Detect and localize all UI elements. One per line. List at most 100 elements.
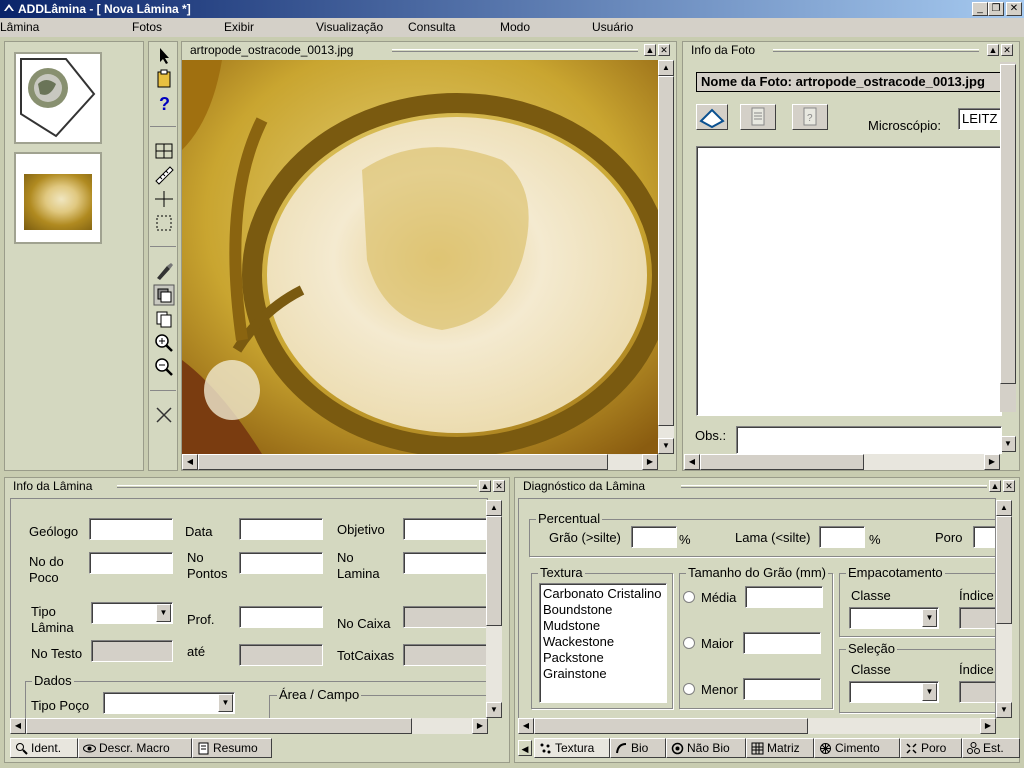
tab-est[interactable]: Est. — [962, 738, 1020, 758]
microscopio-field[interactable]: LEITZ — [958, 108, 1002, 130]
document-button[interactable] — [740, 104, 776, 130]
empacotamento-classe-select[interactable]: ▼ — [849, 607, 939, 629]
grid-tool-icon[interactable] — [153, 140, 175, 162]
menu-exibir[interactable]: Exibir — [224, 20, 254, 34]
diagnostico-vscroll-thumb[interactable] — [996, 516, 1012, 624]
textura-item-wackestone[interactable]: Wackestone — [543, 634, 663, 650]
info-foto-hscrollbar[interactable]: ◀ ▶ — [684, 454, 1000, 470]
obs-field[interactable] — [736, 426, 1002, 454]
maior-radio[interactable] — [683, 637, 695, 649]
no-pontos-field[interactable] — [239, 552, 323, 574]
image-vscroll-thumb[interactable] — [658, 76, 674, 426]
textura-listbox[interactable]: Carbonato Cristalino Boundstone Mudstone… — [539, 583, 667, 703]
diagnostico-vscrollbar[interactable]: ▲ ▼ — [996, 500, 1012, 718]
info-foto-hscroll-thumb[interactable] — [700, 454, 864, 470]
tab-textura[interactable]: Textura — [534, 738, 610, 758]
tipo-lamina-select[interactable]: ▼ — [91, 602, 173, 624]
media-field[interactable] — [745, 586, 823, 608]
layer-tool-icon[interactable] — [153, 284, 175, 306]
menu-consulta[interactable]: Consulta — [408, 20, 455, 34]
poro-field[interactable] — [973, 526, 995, 548]
textura-item-packstone[interactable]: Packstone — [543, 650, 663, 666]
lama-field[interactable] — [819, 526, 865, 548]
tab-matriz[interactable]: Matriz — [746, 738, 814, 758]
info-foto-vscrollbar[interactable]: ▼ — [1000, 62, 1016, 452]
chevron-down-icon[interactable]: ▼ — [922, 609, 937, 627]
photo-thumbnail[interactable] — [14, 152, 102, 244]
menor-field[interactable] — [743, 678, 821, 700]
info-lamina-scroll-right-icon[interactable]: ▶ — [472, 718, 488, 734]
image-horizontal-scrollbar[interactable]: ◀ ▶ — [182, 454, 658, 470]
info-lamina-scroll-left-icon[interactable]: ◀ — [10, 718, 26, 734]
textura-item-boundstone[interactable]: Boundstone — [543, 602, 663, 618]
info-foto-vscroll-thumb[interactable] — [1000, 64, 1016, 384]
image-panel-minimize-button[interactable]: ▲ — [644, 44, 656, 56]
info-lamina-hscrollbar[interactable]: ◀ ▶ — [10, 718, 488, 734]
home-button[interactable] — [696, 104, 728, 130]
no-do-poco-field[interactable] — [89, 552, 173, 574]
ruler-tool-icon[interactable] — [153, 164, 175, 186]
empacotamento-indice-field[interactable] — [959, 607, 995, 629]
maior-field[interactable] — [743, 632, 821, 654]
restore-button[interactable]: ❐ — [988, 2, 1004, 16]
menu-modo[interactable]: Modo — [500, 20, 530, 34]
tab-descr-macro[interactable]: Descr. Macro — [78, 738, 192, 758]
diagnostico-scroll-left-icon[interactable]: ◀ — [518, 718, 534, 734]
textura-item-grainstone[interactable]: Grainstone — [543, 666, 663, 682]
help-icon[interactable]: ? — [153, 92, 175, 114]
info-foto-scroll-down-icon[interactable]: ▼ — [1000, 436, 1016, 452]
info-foto-minimize-button[interactable]: ▲ — [987, 44, 999, 56]
diagnostico-scroll-up-icon[interactable]: ▲ — [996, 500, 1012, 516]
tab-resumo[interactable]: Resumo — [192, 738, 272, 758]
info-foto-close-button[interactable]: ✕ — [1001, 44, 1013, 56]
info-lamina-vscrollbar[interactable]: ▲ ▼ — [486, 500, 502, 718]
zoom-in-icon[interactable] — [153, 332, 175, 354]
info-lamina-scroll-up-icon[interactable]: ▲ — [486, 500, 502, 516]
info-lamina-close-button[interactable]: ✕ — [493, 480, 505, 492]
tab-bio[interactable]: Bio — [610, 738, 666, 758]
copy-tool-icon[interactable] — [153, 308, 175, 330]
diagnostico-hscroll-thumb[interactable] — [534, 718, 808, 734]
minimize-button[interactable]: _ — [972, 2, 988, 16]
scroll-left-arrow-icon[interactable]: ◀ — [182, 454, 198, 470]
selection-tool-icon[interactable] — [153, 212, 175, 234]
tipo-poco-select[interactable]: ▼ — [103, 692, 235, 714]
info-lamina-vscroll-thumb[interactable] — [486, 516, 502, 626]
tab-poro[interactable]: Poro — [900, 738, 962, 758]
image-vertical-scrollbar[interactable]: ▲ ▼ — [658, 60, 674, 454]
image-hscroll-thumb[interactable] — [198, 454, 608, 470]
scroll-down-arrow-icon[interactable]: ▼ — [658, 438, 674, 454]
lamina-thumbnail[interactable] — [14, 52, 102, 144]
info-lamina-hscroll-thumb[interactable] — [26, 718, 412, 734]
pointer-tool-icon[interactable] — [153, 45, 175, 67]
info-lamina-scroll-down-icon[interactable]: ▼ — [486, 702, 502, 718]
objetivo-field[interactable] — [403, 518, 487, 540]
selecao-indice-field[interactable] — [959, 681, 995, 703]
diagnostico-close-button[interactable]: ✕ — [1003, 480, 1015, 492]
crosshair-tool-icon[interactable] — [153, 188, 175, 210]
no-caixa-field[interactable] — [403, 606, 487, 628]
photo-description-text[interactable] — [696, 146, 1002, 416]
menu-visualizacao[interactable]: Visualização — [316, 20, 383, 34]
tab-ident[interactable]: Ident. — [10, 738, 78, 758]
tab-nao-bio[interactable]: Não Bio — [666, 738, 746, 758]
selecao-classe-select[interactable]: ▼ — [849, 681, 939, 703]
info-foto-scroll-left-icon[interactable]: ◀ — [684, 454, 700, 470]
prof-field[interactable] — [239, 606, 323, 628]
totcaixas-field[interactable] — [403, 644, 487, 666]
tab-cimento[interactable]: Cimento — [814, 738, 900, 758]
brush-tool-icon[interactable] — [153, 260, 175, 282]
diagnostico-minimize-button[interactable]: ▲ — [989, 480, 1001, 492]
no-lamina-field[interactable] — [403, 552, 487, 574]
textura-item-carbonato-cristalino[interactable]: Carbonato Cristalino — [543, 586, 663, 602]
scroll-right-arrow-icon[interactable]: ▶ — [642, 454, 658, 470]
diagnostico-scroll-down-icon[interactable]: ▼ — [996, 702, 1012, 718]
textura-item-mudstone[interactable]: Mudstone — [543, 618, 663, 634]
scroll-up-arrow-icon[interactable]: ▲ — [658, 60, 674, 76]
chevron-down-icon[interactable]: ▼ — [156, 604, 171, 622]
image-panel-close-button[interactable]: ✕ — [658, 44, 670, 56]
menu-lamina[interactable]: Lâmina — [0, 20, 39, 34]
info-foto-scroll-right-icon[interactable]: ▶ — [984, 454, 1000, 470]
diagnostico-scroll-right-icon[interactable]: ▶ — [980, 718, 996, 734]
micrograph-image[interactable] — [182, 60, 658, 454]
